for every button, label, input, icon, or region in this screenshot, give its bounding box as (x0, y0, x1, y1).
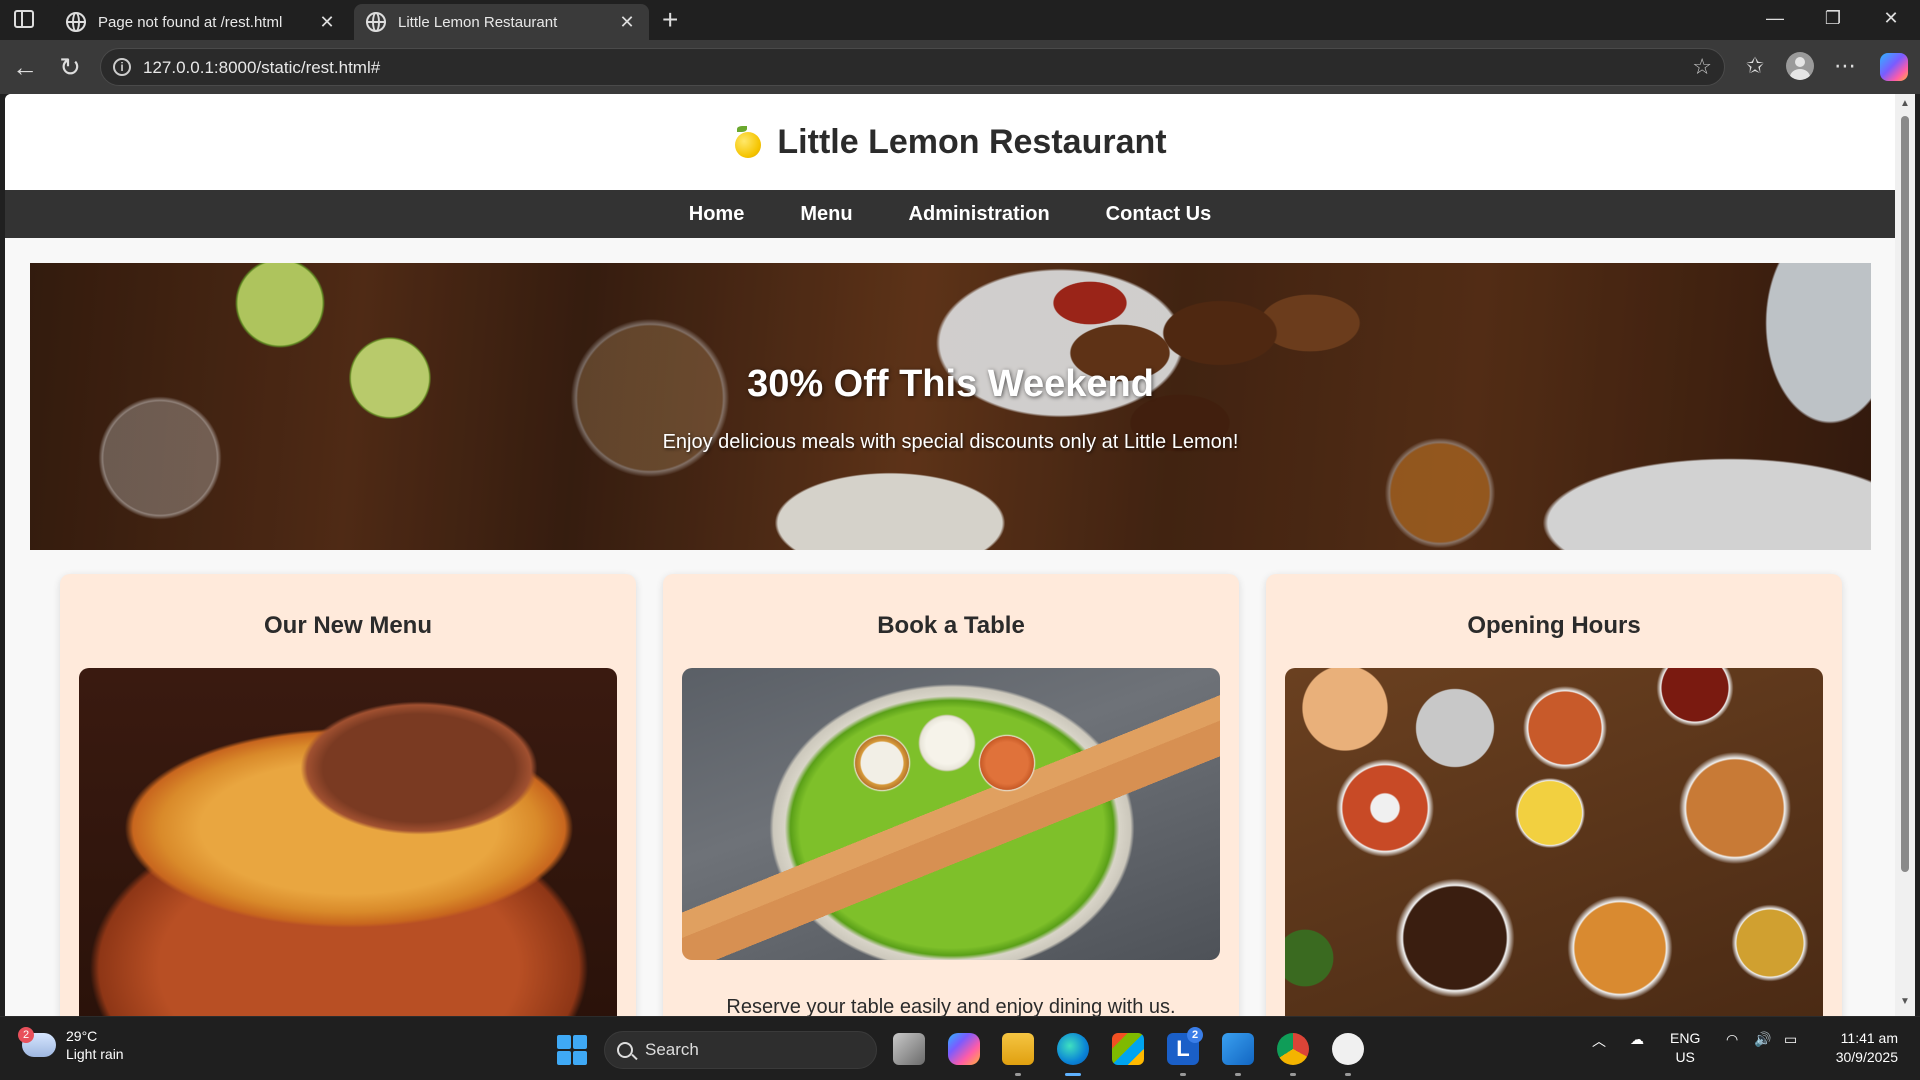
github-desktop-icon[interactable] (1332, 1033, 1364, 1076)
card-title: Opening Hours (1467, 612, 1641, 639)
copilot-icon[interactable] (1880, 53, 1908, 81)
scroll-up-icon[interactable]: ▲ (1900, 98, 1910, 109)
address-bar[interactable]: i 127.0.0.1:8000/static/rest.html# ☆ (100, 48, 1725, 86)
card-opening-hours: Opening Hours (1266, 574, 1842, 1016)
scroll-down-icon[interactable]: ▼ (1900, 996, 1910, 1007)
microsoft-store-icon[interactable] (1112, 1033, 1144, 1065)
clock-date: 30/9/2025 (1835, 1049, 1898, 1065)
language-indicator[interactable]: ENG US (1670, 1029, 1700, 1067)
vscode-icon[interactable] (1222, 1033, 1254, 1076)
favorite-star-icon[interactable]: ☆ (1692, 54, 1712, 80)
taskbar-search[interactable]: Search (604, 1031, 877, 1069)
onedrive-icon[interactable]: ☁ (1630, 1031, 1644, 1048)
card-new-menu: Our New Menu (60, 574, 636, 1016)
tab-actions-icon[interactable] (14, 10, 34, 28)
minimize-icon[interactable]: — (1760, 8, 1790, 29)
browser-toolbar: ← ↻ i 127.0.0.1:8000/static/rest.html# ☆… (0, 40, 1920, 94)
weather-widget[interactable]: 2 29°C Light rain (18, 1027, 124, 1063)
tab-page-not-found[interactable]: Page not found at /rest.html ✕ (54, 4, 349, 40)
site-header: Little Lemon Restaurant (5, 94, 1895, 190)
globe-icon (66, 12, 86, 32)
volume-icon[interactable]: 🔊 (1754, 1031, 1771, 1048)
outlook-badge: 2 (1187, 1027, 1203, 1043)
taskbar: 2 29°C Light rain Search L2 ︿ ☁ ENG US ◠… (0, 1016, 1920, 1080)
edge-browser-icon[interactable] (1057, 1033, 1089, 1076)
nav-menu-link[interactable]: Menu (772, 203, 880, 226)
page-scrollbar[interactable]: ▲ ▼ (1895, 94, 1915, 1016)
nav-home-link[interactable]: Home (661, 203, 773, 226)
rain-cloud-icon: 2 (18, 1027, 56, 1057)
weather-badge: 2 (18, 1027, 34, 1043)
back-icon[interactable]: ← (10, 52, 40, 82)
weather-temp: 29°C (66, 1028, 98, 1044)
tab-little-lemon[interactable]: Little Lemon Restaurant ✕ (354, 4, 649, 40)
browser-titlebar: Page not found at /rest.html ✕ Little Le… (0, 0, 1920, 40)
card-book-table: Book a Table Reserve your table easily a… (663, 574, 1239, 1016)
copilot-app-icon[interactable] (948, 1033, 980, 1065)
nav-administration-link[interactable]: Administration (881, 203, 1078, 226)
thali-image (1285, 668, 1823, 1016)
card-title: Book a Table (877, 612, 1025, 639)
battery-icon[interactable]: ▭ (1784, 1031, 1797, 1048)
search-icon (617, 1042, 633, 1058)
task-view-icon[interactable] (893, 1033, 925, 1065)
hero-banner: 30% Off This Weekend Enjoy delicious mea… (30, 263, 1871, 550)
favorites-icon[interactable]: ✩ (1740, 53, 1770, 79)
biryani-image (79, 668, 617, 1016)
system-clock[interactable]: 11:41 am 30/9/2025 (1818, 1029, 1898, 1067)
new-tab-button[interactable]: + (662, 4, 678, 36)
wifi-icon[interactable]: ◠ (1726, 1031, 1738, 1048)
chrome-icon[interactable] (1277, 1033, 1309, 1076)
card-title: Our New Menu (263, 612, 432, 639)
search-label: Search (645, 1040, 699, 1059)
windows-start-icon[interactable] (557, 1035, 587, 1065)
weather-desc: Light rain (66, 1046, 124, 1062)
dosa-image (682, 668, 1220, 960)
lemon-icon (733, 126, 763, 158)
reload-icon[interactable]: ↻ (55, 52, 85, 82)
page-viewport: Little Lemon Restaurant Home Menu Admini… (5, 94, 1895, 1016)
nav-contact-link[interactable]: Contact Us (1078, 203, 1240, 226)
site-nav: Home Menu Administration Contact Us (5, 190, 1895, 238)
hero-subtitle: Enjoy delicious meals with special disco… (662, 431, 1239, 453)
more-options-icon[interactable]: ⋯ (1830, 53, 1860, 79)
clock-time: 11:41 am (1840, 1030, 1898, 1046)
card-text: Reserve your table easily and enjoy dini… (726, 996, 1176, 1016)
scrollbar-thumb[interactable] (1901, 116, 1909, 872)
url-text[interactable]: 127.0.0.1:8000/static/rest.html# (143, 58, 380, 78)
site-title: Little Lemon Restaurant (777, 122, 1167, 161)
site-info-icon[interactable]: i (113, 58, 131, 76)
tab-title: Little Lemon Restaurant (398, 13, 558, 31)
profile-avatar-icon[interactable] (1786, 52, 1814, 80)
tab-title: Page not found at /rest.html (98, 13, 283, 31)
globe-icon (366, 12, 386, 32)
restore-icon[interactable]: ❐ (1818, 8, 1848, 29)
outlook-icon[interactable]: L2 (1167, 1027, 1203, 1076)
close-tab-icon[interactable]: ✕ (617, 12, 637, 33)
file-explorer-icon[interactable] (1002, 1033, 1034, 1076)
window-close-icon[interactable]: ✕ (1876, 8, 1906, 29)
close-tab-icon[interactable]: ✕ (317, 12, 337, 33)
show-hidden-icons-icon[interactable]: ︿ (1592, 1031, 1606, 1051)
hero-title: 30% Off This Weekend (747, 363, 1154, 405)
